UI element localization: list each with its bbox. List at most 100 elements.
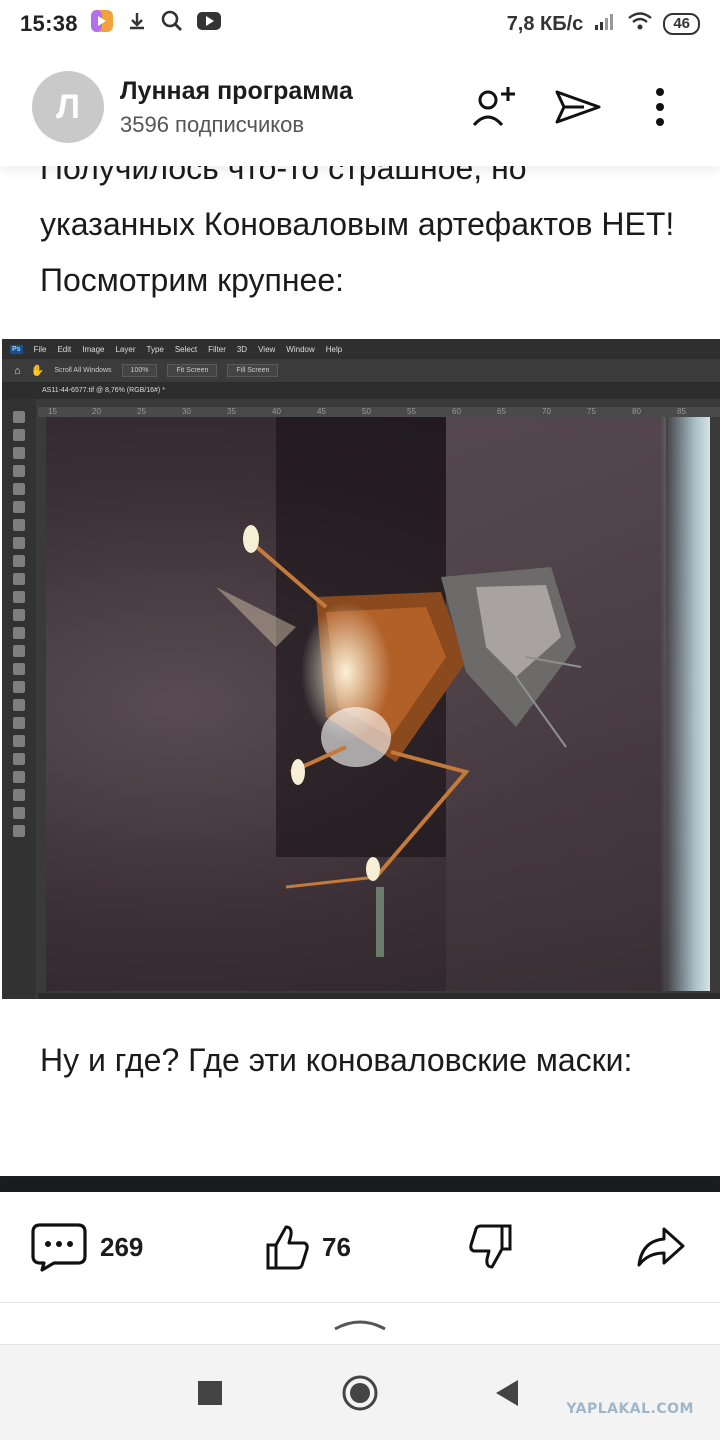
recents-icon xyxy=(198,1381,222,1405)
ps-ruler-tick: 50 xyxy=(362,407,371,416)
ps-tool xyxy=(13,825,25,837)
channel-subscribers: 3596 подписчиков xyxy=(120,111,305,137)
ps-ruler-tick: 70 xyxy=(542,407,551,416)
ps-tool xyxy=(13,411,25,423)
status-time: 15:38 xyxy=(20,11,78,36)
ps-ruler-tick: 15 xyxy=(48,407,57,416)
ps-ruler-tick: 80 xyxy=(632,407,641,416)
ps-tool xyxy=(13,573,25,585)
ps-ruler: 15 20 25 30 35 40 45 50 55 60 65 70 75 8… xyxy=(38,407,720,417)
home-button[interactable] xyxy=(340,1373,380,1413)
ps-ruler-tick: 45 xyxy=(317,407,326,416)
like-button[interactable]: 76 xyxy=(264,1223,351,1271)
system-nav-bar: YAPLAKAL.COM xyxy=(0,1344,720,1440)
ps-ruler-tick: 25 xyxy=(137,407,146,416)
channel-avatar[interactable]: Л xyxy=(32,71,104,143)
ps-zoom-100: 100% xyxy=(121,364,158,377)
ps-tool xyxy=(13,429,25,441)
ps-tool xyxy=(13,807,25,819)
battery-indicator: 46 xyxy=(663,13,700,35)
ps-menu-edit: Edit xyxy=(57,344,72,354)
collapse-handle[interactable] xyxy=(0,1302,720,1344)
ps-tool xyxy=(13,663,25,675)
ps-tool xyxy=(13,789,25,801)
lunar-module-photo xyxy=(46,417,710,991)
ps-scroll-all: Scroll All Windows xyxy=(54,367,112,374)
ps-menu-help: Help xyxy=(325,344,343,354)
channel-info[interactable]: Лунная программа 3596 подписчиков xyxy=(120,77,353,138)
ps-tool xyxy=(13,627,25,639)
ps-tool xyxy=(13,483,25,495)
ps-menu-window: Window xyxy=(286,344,315,354)
next-image-edge[interactable] xyxy=(0,1176,720,1192)
ps-ruler-tick: 30 xyxy=(182,407,191,416)
lunar-module-illustration xyxy=(216,525,582,957)
article-paragraph-1: Получилось что-то страшное, но указанных… xyxy=(40,140,690,320)
ps-toolbar xyxy=(2,399,36,999)
ps-fill-screen: Fill Screen xyxy=(227,364,279,377)
back-button[interactable] xyxy=(486,1373,526,1413)
ps-ruler-tick: 40 xyxy=(272,407,281,416)
ps-menu-3d: 3D xyxy=(236,344,248,354)
ps-tool xyxy=(13,753,25,765)
send-button[interactable] xyxy=(550,79,606,135)
paragraph-1-text: Получилось что-то страшное, но указанных… xyxy=(40,150,675,298)
subscribe-button[interactable] xyxy=(468,79,524,135)
dislike-button[interactable] xyxy=(468,1223,514,1271)
ps-options-bar: ⌂ ✋ Scroll All Windows 100% Fit Screen F… xyxy=(2,359,720,383)
likes-count: 76 xyxy=(322,1231,351,1262)
comments-button[interactable]: 269 xyxy=(30,1222,143,1272)
collapse-chevron-icon xyxy=(334,1320,386,1330)
back-icon xyxy=(496,1380,518,1406)
post-action-bar: 269 76 xyxy=(0,1192,720,1302)
watermark: YAPLAKAL.COM xyxy=(566,1401,694,1417)
ps-logo: Ps xyxy=(10,344,23,354)
recents-button[interactable] xyxy=(190,1373,230,1413)
ps-fit-screen: Fit Screen xyxy=(167,364,218,377)
comment-icon xyxy=(31,1223,87,1272)
ps-tool xyxy=(13,609,25,621)
subscribe-icon xyxy=(472,87,515,127)
ps-ruler-tick: 65 xyxy=(497,407,506,416)
home-icon xyxy=(342,1375,378,1411)
download-icon xyxy=(126,10,148,38)
signal-icon xyxy=(593,11,617,37)
paragraph-2-text: Ну и где? Где эти коноваловские маски: xyxy=(40,1042,633,1078)
ps-hand-icon: ✋ xyxy=(30,365,45,377)
ps-status-bar xyxy=(38,993,720,999)
ps-menu-type: Type xyxy=(146,344,164,354)
send-icon xyxy=(555,90,601,124)
network-speed: 7,8 КБ/с xyxy=(506,12,584,35)
more-button[interactable] xyxy=(632,79,688,135)
channel-name[interactable]: Лунная программа xyxy=(120,77,353,106)
ps-menubar: Ps File Edit Image Layer Type Select Fil… xyxy=(2,339,720,359)
ps-menu-image: Image xyxy=(82,344,105,354)
share-icon xyxy=(637,1227,685,1267)
ps-home-icon: ⌂ xyxy=(14,364,21,377)
status-bar: 15:38 7,8 КБ/с 46 xyxy=(0,0,720,48)
wifi-icon xyxy=(627,11,653,37)
ps-menu-filter: Filter xyxy=(208,344,226,354)
ps-tool xyxy=(13,681,25,693)
ps-tool xyxy=(13,735,25,747)
ps-tool xyxy=(13,771,25,783)
ps-menu-view: View xyxy=(258,344,276,354)
ps-ruler-tick: 55 xyxy=(407,407,416,416)
ps-ruler-tick: 20 xyxy=(92,407,101,416)
share-button[interactable] xyxy=(636,1225,686,1269)
ps-ruler-tick: 35 xyxy=(227,407,236,416)
article-paragraph-2: Ну и где? Где эти коноваловские маски: xyxy=(40,1032,690,1088)
ps-tool xyxy=(13,465,25,477)
like-icon xyxy=(266,1225,309,1270)
ps-tool xyxy=(13,591,25,603)
ps-tool xyxy=(13,519,25,531)
ps-tool xyxy=(13,501,25,513)
ps-tool xyxy=(13,447,25,459)
ps-ruler-tick: 60 xyxy=(452,407,461,416)
channel-header: Л Лунная программа 3596 подписчиков xyxy=(0,48,720,166)
ps-tool xyxy=(13,645,25,657)
comments-count: 269 xyxy=(100,1231,144,1262)
article-image-photoshop[interactable]: Ps File Edit Image Layer Type Select Fil… xyxy=(2,339,720,999)
ps-menu-layer: Layer xyxy=(115,344,136,354)
ps-tool xyxy=(13,699,25,711)
